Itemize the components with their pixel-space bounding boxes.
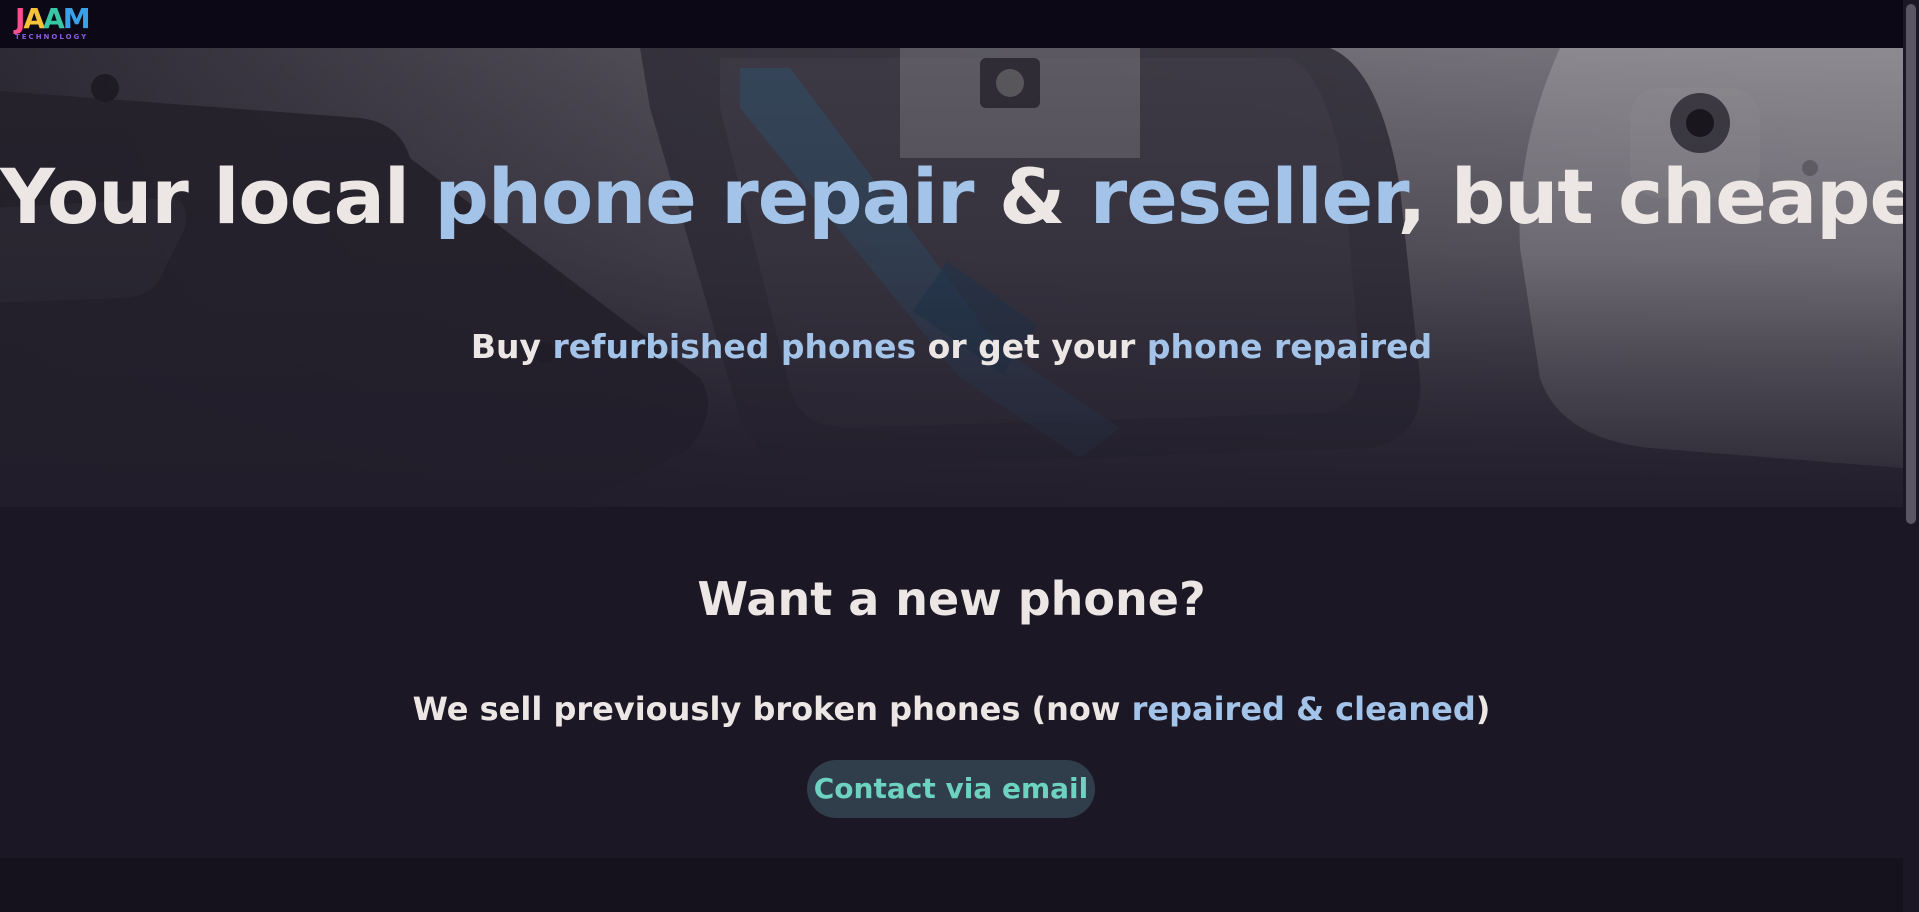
description-highlight: repaired & cleaned <box>1131 690 1476 728</box>
next-section-edge <box>0 858 1903 912</box>
logo-letter-j: J <box>15 2 26 35</box>
scrollbar-thumb[interactable] <box>1906 4 1916 524</box>
hero-subtitle-highlight-repaired: phone repaired <box>1146 327 1433 366</box>
logo-letter-m: M <box>62 2 91 35</box>
hero-title: Your local phone repair & reseller, but … <box>0 152 1903 242</box>
page-scrollbar[interactable] <box>1903 0 1919 912</box>
hero-section: Your local phone repair & reseller, but … <box>0 48 1903 507</box>
description-part: We sell previously broken phones (now <box>412 690 1132 728</box>
hero-subtitle: Buy refurbished phones or get your phone… <box>0 325 1903 369</box>
logo-wordmark: J A A M <box>15 2 105 35</box>
hero-subtitle-part: Buy <box>470 327 553 366</box>
hero-title-part: & <box>973 152 1090 241</box>
brand-logo[interactable]: J A A M TECHNOLOGY <box>15 2 105 42</box>
hero-title-part: , but cheaper <box>1397 152 1903 241</box>
hero-title-part: Your local <box>0 152 435 241</box>
page: J A A M TECHNOLOGY Your local phone repa… <box>0 0 1919 912</box>
logo-letter-a: A <box>23 2 45 35</box>
new-phone-section: Want a new phone? We sell previously bro… <box>0 507 1903 858</box>
new-phone-title: Want a new phone? <box>697 572 1206 626</box>
hero-overlay <box>0 48 1903 507</box>
description-part: ) <box>1475 690 1491 728</box>
logo-letter-a: A <box>43 2 65 35</box>
hero-title-highlight-reseller: reseller <box>1089 152 1399 241</box>
hero-title-highlight-repair: phone repair <box>434 152 974 241</box>
logo-subtitle: TECHNOLOGY <box>15 33 89 41</box>
contact-email-button[interactable]: Contact via email <box>807 760 1095 818</box>
hero-subtitle-part: or get your <box>916 327 1147 366</box>
top-navbar: J A A M TECHNOLOGY <box>0 0 1903 48</box>
hero-subtitle-highlight-refurbished: refurbished phones <box>552 327 917 366</box>
new-phone-description: We sell previously broken phones (now re… <box>0 687 1903 731</box>
